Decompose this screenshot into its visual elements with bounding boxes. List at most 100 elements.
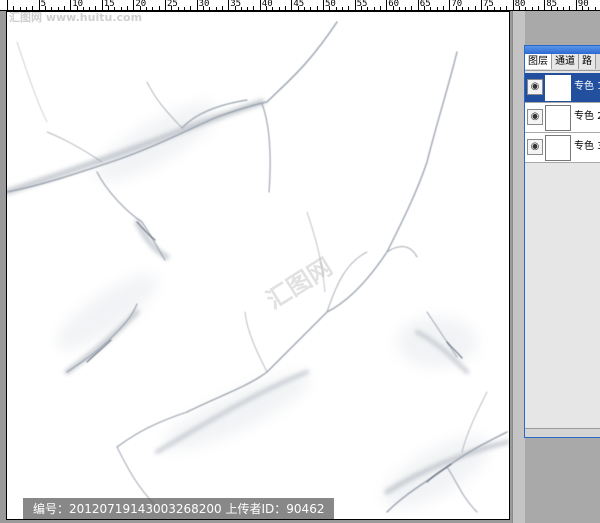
- ruler-tick: [196, 0, 198, 10]
- ruler-tick: [278, 7, 280, 10]
- ruler-label: 55: [356, 0, 368, 9]
- ruler-tick: [417, 0, 419, 10]
- ruler-label: 50: [325, 0, 336, 9]
- ruler-tick: [373, 7, 375, 10]
- layer-thumbnail: [545, 135, 571, 161]
- ruler-tick: [310, 7, 312, 10]
- ruler-tick: [443, 6, 445, 10]
- ruler-label: 85: [546, 0, 558, 9]
- ruler-tick: [405, 7, 407, 10]
- ruler-label: 80: [514, 0, 526, 9]
- ruler-tick: [316, 6, 318, 10]
- ruler-tick: [13, 6, 15, 10]
- ruler-label: 20: [135, 0, 147, 9]
- ruler-tick: [285, 6, 287, 10]
- ruler-tick: [25, 7, 27, 10]
- marble-texture: [7, 21, 509, 513]
- ruler-label: 90: [577, 0, 589, 9]
- ruler-tick: [323, 0, 324, 10]
- ruler-tick: [51, 7, 53, 10]
- ruler-label: 10: [72, 0, 84, 9]
- eye-icon[interactable]: ◉: [527, 109, 543, 125]
- ruler-label: 65: [419, 0, 431, 9]
- ruler-tick: [57, 7, 59, 10]
- panel-tabs: 图层 通道 路: [525, 54, 600, 71]
- ruler-tick: [32, 6, 34, 10]
- tab-layers[interactable]: 图层: [525, 54, 552, 69]
- ruler-tick: [411, 6, 413, 10]
- ruler-tick: [63, 6, 65, 10]
- ruler-tick: [531, 7, 533, 10]
- ruler-label: 15: [103, 0, 115, 9]
- ruler-tick: [221, 6, 223, 10]
- ruler-tick: [152, 7, 154, 10]
- ruler-tick: [481, 0, 482, 10]
- layer-name: 专色 1: [574, 81, 600, 92]
- ruler-label: 35: [230, 0, 242, 9]
- ruler-tick: [165, 0, 166, 10]
- ruler-tick: [474, 6, 476, 10]
- ruler-tick: [575, 0, 577, 10]
- ruler-tick: [449, 0, 451, 10]
- ruler-tick: [348, 6, 350, 10]
- ruler-label: 75: [483, 0, 494, 9]
- ruler-label: 25: [167, 0, 178, 9]
- ruler-tick: [512, 0, 514, 10]
- ruler-tick: [95, 6, 97, 10]
- ruler-tick: [215, 7, 217, 10]
- ruler-tick: [127, 6, 129, 10]
- ruler-tick: [537, 6, 539, 10]
- layer-name: 专色 3: [574, 141, 600, 152]
- layer-list: ◉ 专色 1 ◉ 专色 2 ◉ 专色 3: [525, 73, 600, 163]
- ruler-tick: [190, 6, 192, 10]
- eye-icon[interactable]: ◉: [527, 139, 543, 155]
- ruler-tick: [379, 6, 381, 10]
- ruler-tick: [291, 0, 293, 10]
- ruler-tick: [70, 0, 72, 10]
- ruler-label: 5: [40, 0, 47, 9]
- tab-channels[interactable]: 通道: [552, 54, 579, 69]
- tab-paths[interactable]: 路: [579, 54, 596, 69]
- ruler-tick: [341, 7, 343, 10]
- ruler-tick: [183, 7, 185, 10]
- ruler-tick: [133, 0, 135, 10]
- canvas-area: 汇图网 www.huitu.com 汇图网 编号：201207191430032…: [0, 11, 512, 523]
- ruler-tick: [158, 6, 160, 10]
- image-id-caption: 编号：20120719143003268200 上传者ID：90462: [23, 498, 334, 519]
- ruler-tick: [499, 7, 501, 10]
- horizontal-ruler: 5 10 15 20 25 30 35 40 45 50 55 60 65 70 75 80 85 90: [0, 0, 600, 11]
- ruler-label: 45: [293, 0, 305, 9]
- panel-footer: [525, 428, 600, 437]
- layer-row-spot-3[interactable]: ◉ 专色 3: [525, 133, 600, 163]
- ruler-tick: [436, 7, 438, 10]
- layers-panel: 图层 通道 路 ◉ 专色 1 ◉ 专色 2 ◉ 专色 3: [524, 45, 600, 438]
- ruler-label: 40: [261, 0, 273, 9]
- ruler-tick: [386, 0, 388, 10]
- ruler-tick: [544, 0, 546, 10]
- layer-thumbnail: [545, 75, 571, 101]
- ruler-label: 30: [198, 0, 210, 9]
- ruler-tick: [569, 6, 571, 10]
- ruler-tick: [7, 0, 8, 10]
- ruler-tick: [594, 7, 596, 10]
- eye-icon[interactable]: ◉: [527, 79, 543, 95]
- ruler-tick: [247, 7, 249, 10]
- ruler-tick: [89, 7, 91, 10]
- ruler-tick: [506, 6, 508, 10]
- ruler-tick: [354, 0, 356, 10]
- ruler-label: 60: [388, 0, 400, 9]
- document-canvas[interactable]: 汇图网 www.huitu.com 汇图网 编号：201207191430032…: [6, 11, 510, 520]
- ruler-tick: [253, 6, 255, 10]
- ruler-tick: [38, 0, 40, 10]
- ruler-tick: [19, 7, 21, 10]
- layer-thumbnail: [545, 105, 571, 131]
- ruler-tick: [468, 7, 470, 10]
- ruler-tick: [120, 7, 122, 10]
- ruler-tick: [259, 0, 261, 10]
- panel-title-bar[interactable]: [525, 46, 600, 54]
- layer-row-spot-2[interactable]: ◉ 专色 2: [525, 103, 600, 133]
- layer-name: 专色 2: [574, 111, 600, 122]
- layer-row-spot-1[interactable]: ◉ 专色 1: [525, 73, 600, 103]
- ruler-tick: [228, 0, 230, 10]
- ruler-tick: [563, 7, 565, 10]
